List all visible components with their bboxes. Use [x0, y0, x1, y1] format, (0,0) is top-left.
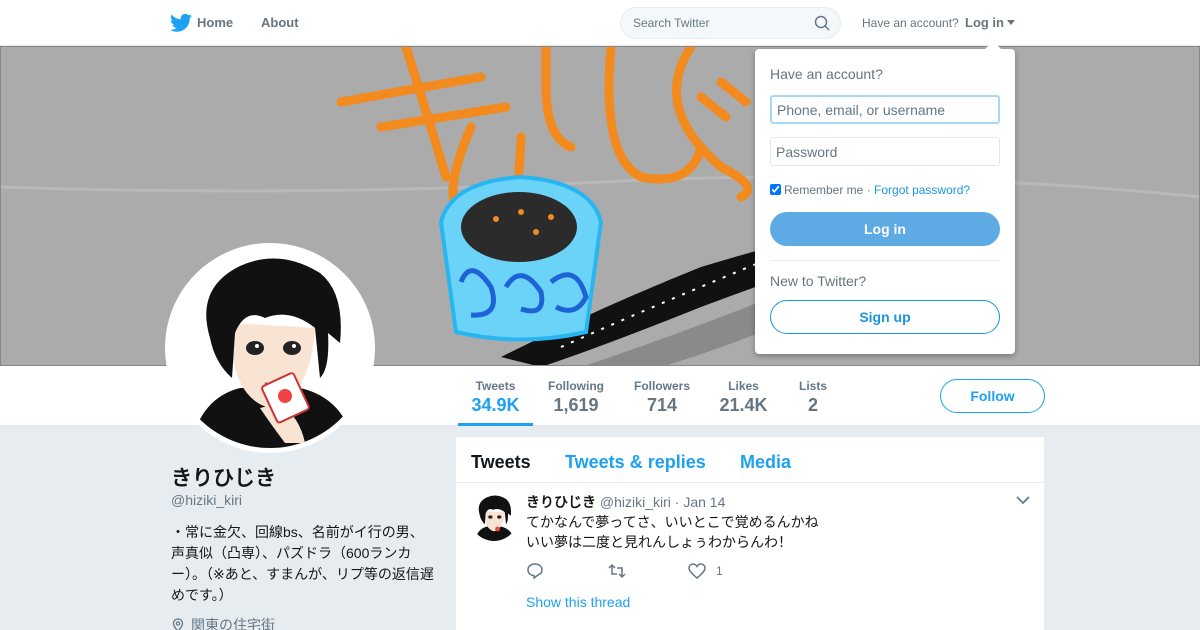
stat-label: Likes: [728, 379, 759, 393]
stat-label: Following: [548, 379, 604, 393]
follow-button[interactable]: Follow: [940, 379, 1045, 413]
remember-me-checkbox[interactable]: [770, 184, 781, 195]
search-box: [620, 7, 841, 39]
tweet-author-handle[interactable]: @hiziki_kiri: [600, 494, 671, 510]
tweet-text-line: てかなんで夢ってさ、いいとこで覚めるんかね: [526, 514, 819, 530]
stat-label: Lists: [798, 379, 827, 393]
top-nav: Home About Have an account? Log in: [0, 0, 1200, 46]
profile-handle[interactable]: @hiziki_kiri: [171, 492, 242, 508]
retweet-icon[interactable]: [608, 562, 626, 580]
stat-value: 34.9K: [471, 395, 520, 415]
stat-followers[interactable]: Followers 714: [626, 366, 698, 426]
signup-button[interactable]: Sign up: [770, 300, 1000, 334]
login-dropdown-toggle[interactable]: Log in: [965, 15, 1015, 30]
stat-label: Tweets: [475, 379, 516, 393]
profile-avatar[interactable]: [165, 243, 375, 453]
remember-row: Remember me · Forgot password?: [770, 183, 970, 197]
tweet-header: きりひじき @hiziki_kiri · Jan 14: [526, 492, 725, 512]
dropdown-divider: [770, 260, 1000, 261]
twitter-bird-icon[interactable]: [170, 13, 192, 33]
search-input[interactable]: [633, 8, 813, 38]
password-input[interactable]: [770, 137, 1000, 166]
like-count: 1: [716, 564, 723, 578]
stat-following[interactable]: Following 1,619: [540, 366, 612, 426]
like-heart-icon[interactable]: [688, 562, 706, 580]
timeline: Tweets Tweets & replies Media きりひじき @hiz…: [456, 437, 1044, 630]
profile-location: 関東の住宅街: [171, 615, 275, 630]
username-input[interactable]: [770, 95, 1000, 124]
avatar-illustration: [170, 248, 370, 448]
search-icon[interactable]: [814, 15, 830, 31]
forgot-password-link[interactable]: Forgot password?: [874, 183, 970, 197]
tab-media[interactable]: Media: [740, 452, 791, 473]
login-dropdown-title: Have an account?: [770, 66, 883, 82]
login-button[interactable]: Log in: [770, 212, 1000, 246]
tweet-text: てかなんで夢ってさ、いいとこで覚めるんかね いい夢は二度と見れんしょぅわからんわ…: [526, 512, 819, 552]
remember-me-label[interactable]: Remember me: [784, 183, 863, 197]
login-dropdown: Have an account? Remember me · Forgot pa…: [755, 41, 1015, 354]
show-thread-link[interactable]: Show this thread: [526, 594, 630, 610]
chevron-down-icon[interactable]: [1016, 495, 1030, 505]
stat-value: 21.4K: [719, 395, 768, 415]
reply-icon[interactable]: [526, 562, 544, 580]
profile-name[interactable]: きりひじき: [171, 462, 276, 492]
stat-value: 2: [807, 395, 818, 415]
location-pin-icon: [172, 618, 184, 630]
stat-tweets[interactable]: Tweets 34.9K: [458, 366, 533, 426]
tweet-avatar[interactable]: [470, 493, 518, 541]
caret-down-icon: [1007, 20, 1015, 25]
stat-value: 714: [646, 395, 678, 415]
tweet-item[interactable]: きりひじき @hiziki_kiri · Jan 14 てかなんで夢ってさ、いい…: [456, 483, 1044, 630]
tab-tweets[interactable]: Tweets: [471, 452, 531, 473]
nav-home-link[interactable]: Home: [197, 15, 233, 30]
tab-tweets-replies[interactable]: Tweets & replies: [565, 452, 706, 473]
have-account-text: Have an account?: [862, 16, 959, 30]
timeline-tabs: Tweets Tweets & replies Media: [456, 437, 1044, 483]
tweet-author-name[interactable]: きりひじき: [526, 494, 596, 510]
remember-separator: ·: [866, 183, 871, 197]
tweet-avatar-illustration: [470, 493, 518, 541]
new-to-twitter-text: New to Twitter?: [770, 273, 867, 289]
tweet-text-line: いい夢は二度と見れんしょぅわからんわ！: [526, 534, 792, 550]
stat-lists[interactable]: Lists 2: [789, 366, 837, 426]
nav-about-link[interactable]: About: [261, 15, 299, 30]
stat-label: Followers: [633, 379, 690, 393]
login-toggle-label: Log in: [965, 15, 1004, 30]
location-text: 関東の住宅街: [191, 617, 275, 630]
tweet-date[interactable]: Jan 14: [683, 494, 725, 510]
profile-bio: ・常に金欠、回線bs、名前がイ行の男、声真似（凸専）、パズドラ（600ランカー）…: [171, 524, 434, 603]
stat-value: 1,619: [553, 395, 599, 415]
stat-likes[interactable]: Likes 21.4K: [711, 366, 776, 426]
tweet-separator: ·: [674, 494, 680, 510]
